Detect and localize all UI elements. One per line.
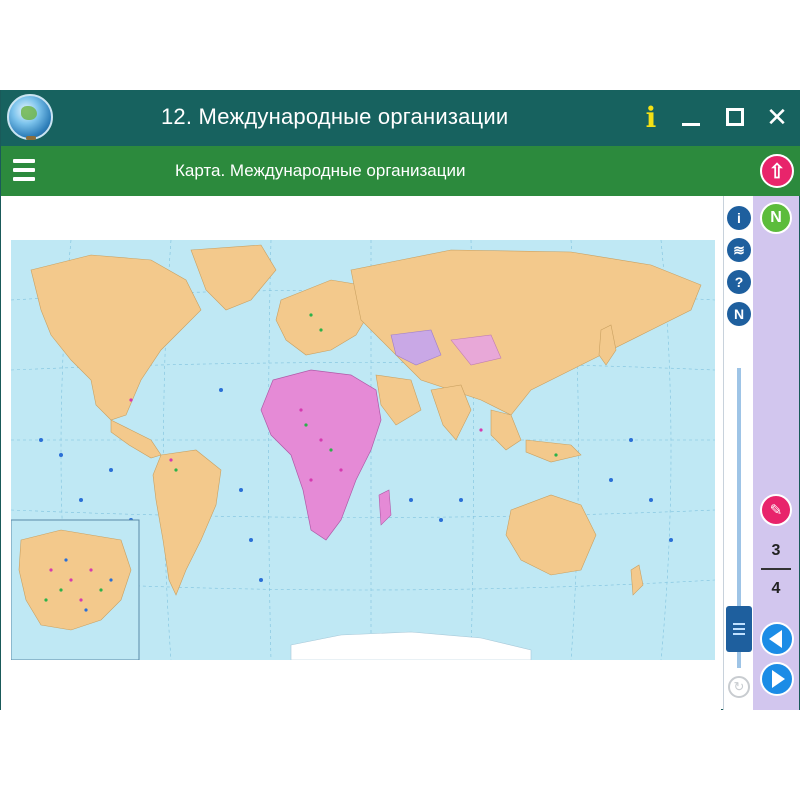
n-button[interactable]: N <box>760 202 792 234</box>
next-page-button[interactable] <box>760 662 794 696</box>
minimize-button[interactable] <box>677 100 705 134</box>
app-window: 12. Международные организации i ✕ Карта.… <box>0 90 800 710</box>
info-button[interactable]: i <box>639 100 663 134</box>
world-political-map[interactable] <box>11 240 715 660</box>
refresh-icon[interactable]: ↻ <box>728 676 750 698</box>
hamburger-icon[interactable] <box>13 159 35 181</box>
toolbar: Карта. Международные организации ⇧ <box>1 146 800 196</box>
layers-icon[interactable]: ≋ <box>727 238 751 262</box>
arrow-right-icon <box>772 670 785 688</box>
map-viewport[interactable] <box>1 196 721 710</box>
zoom-slider-thumb[interactable] <box>726 606 752 652</box>
minimize-icon <box>682 122 700 126</box>
task-icon[interactable]: ✎ <box>760 494 792 526</box>
page-subtitle: Карта. Международные организации <box>175 161 466 180</box>
close-button[interactable]: ✕ <box>763 100 791 134</box>
globe-logo-icon <box>7 94 53 140</box>
help-icon[interactable]: ? <box>727 270 751 294</box>
map-tools-column: i ≋ ? N ↻ <box>723 196 753 710</box>
maximize-button[interactable] <box>721 100 749 134</box>
right-panel: N ✎ 3 4 <box>753 196 799 710</box>
prev-page-button[interactable] <box>760 622 794 656</box>
n-icon[interactable]: N <box>727 302 751 326</box>
page-divider <box>761 568 791 570</box>
upload-arrow-icon[interactable]: ⇧ <box>760 154 794 188</box>
info-icon[interactable]: i <box>727 206 751 230</box>
title-bar: 12. Международные организации i ✕ <box>1 90 800 146</box>
page-total: 4 <box>771 580 781 597</box>
arrow-left-icon <box>769 630 782 648</box>
maximize-icon <box>726 108 744 126</box>
page-current: 3 <box>771 542 781 559</box>
window-title: 12. Международные организации <box>161 104 509 129</box>
